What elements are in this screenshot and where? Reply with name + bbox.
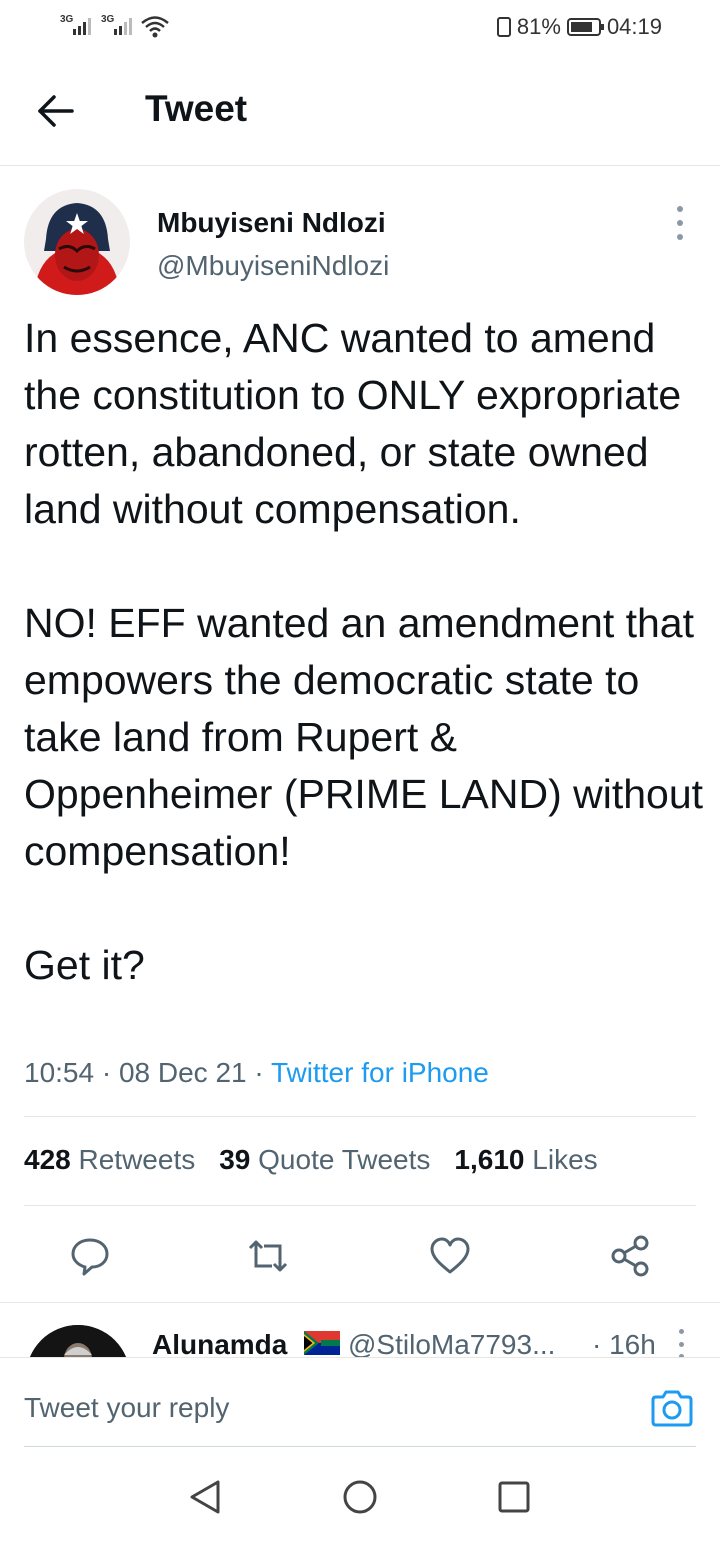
reply-author-handle[interactable]: @StiloMa7793... [348, 1329, 555, 1357]
sim1-signal-icon [73, 17, 91, 35]
status-bar: 3G 3G 81% 04:19 [0, 0, 720, 54]
app-header: Tweet [0, 54, 720, 166]
camera-icon[interactable] [650, 1388, 694, 1428]
reply-more-options-icon[interactable] [676, 1329, 686, 1357]
tweet-actions [0, 1218, 720, 1298]
author-avatar[interactable] [24, 189, 130, 295]
divider [24, 1205, 696, 1206]
page-title: Tweet [145, 88, 248, 129]
author-handle[interactable]: @MbuyiseniNdlozi [157, 250, 389, 282]
sim2-network-label: 3G [101, 14, 115, 25]
reply-author-name[interactable]: Alunamda [152, 1329, 287, 1357]
divider [24, 1116, 696, 1117]
tweet-stats: 428 Retweets 39 Quote Tweets 1,610 Likes [24, 1144, 622, 1176]
reply-icon[interactable] [68, 1234, 112, 1278]
reply-compose-bar: Tweet your reply [0, 1357, 720, 1448]
vibrate-icon [496, 17, 511, 37]
share-icon[interactable] [608, 1234, 652, 1278]
status-right: 81% 04:19 [496, 14, 662, 40]
like-icon[interactable] [428, 1234, 472, 1278]
sim2-signal-icon [114, 17, 132, 35]
wifi-icon [141, 16, 169, 38]
tweet-source-link[interactable]: Twitter for iPhone [271, 1057, 489, 1088]
reply-avatar[interactable] [26, 1325, 130, 1357]
home-circle-icon[interactable] [340, 1477, 380, 1517]
south-africa-flag-icon [304, 1331, 340, 1355]
reply-list-item[interactable]: Alunamda @StiloMa7793... · 16h [0, 1303, 720, 1357]
likes-stat[interactable]: 1,610 Likes [454, 1144, 597, 1176]
retweets-stat[interactable]: 428 Retweets [24, 1144, 195, 1176]
back-triangle-icon[interactable] [186, 1477, 226, 1517]
tweet-meta: 10:54 · 08 Dec 21 · Twitter for iPhone [24, 1057, 489, 1088]
clock: 04:19 [606, 14, 662, 39]
recents-square-icon[interactable] [494, 1477, 534, 1517]
tweet-time: 10:54 [24, 1057, 95, 1088]
arrow-left-icon[interactable] [30, 86, 80, 136]
battery-icon [566, 18, 604, 36]
reply-time: · 16h [592, 1329, 656, 1357]
author-name[interactable]: Mbuyiseni Ndlozi [157, 207, 386, 239]
system-nav-bar [0, 1447, 720, 1541]
quote-tweets-stat[interactable]: 39 Quote Tweets [219, 1144, 430, 1176]
tweet-text: In essence, ANC wanted to amend the cons… [24, 315, 704, 988]
tweet-date: 08 Dec 21 [118, 1057, 247, 1088]
reply-input[interactable]: Tweet your reply [24, 1392, 229, 1424]
sim1-network-label: 3G [60, 14, 74, 25]
more-options-icon[interactable] [668, 206, 692, 240]
retweet-icon[interactable] [246, 1234, 290, 1278]
battery-percent: 81% [516, 14, 561, 39]
